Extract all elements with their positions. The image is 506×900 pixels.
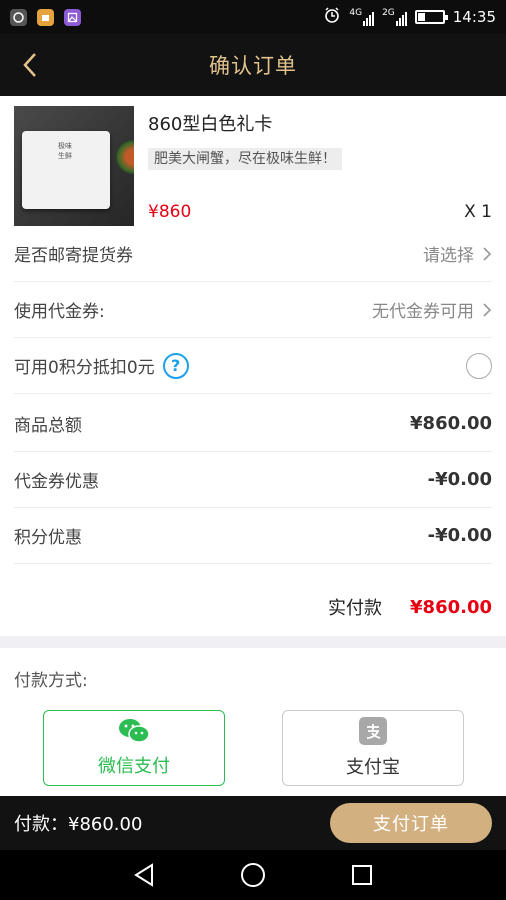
mail-voucher-label: 是否邮寄提货券	[14, 246, 133, 266]
coupon-value: 无代金券可用	[372, 302, 474, 322]
points-discount-value: -¥0.00	[427, 525, 492, 546]
product-price: ¥860	[148, 202, 192, 222]
coupon-discount-row: 代金券优惠 -¥0.00	[14, 452, 492, 508]
product-image: 极味生鲜	[14, 106, 134, 226]
chat-app-icon	[10, 8, 27, 26]
goods-total-label: 商品总额	[14, 416, 82, 436]
section-divider	[0, 636, 506, 648]
card-logo-text: 极味生鲜	[58, 142, 72, 160]
network-2g-label: 2G	[382, 8, 395, 18]
goods-total-value: ¥860.00	[410, 413, 492, 434]
points-radio[interactable]	[466, 352, 492, 379]
signal-2g-icon: 2G	[382, 8, 407, 26]
chevron-left-icon	[23, 53, 36, 77]
wechat-icon	[119, 719, 150, 743]
amount-due-label: 实付款	[328, 598, 383, 619]
points-label: 可用0积分抵扣0元	[14, 358, 155, 378]
alipay-label: 支付宝	[346, 757, 400, 778]
coupon-row[interactable]: 使用代金券: 无代金券可用	[14, 282, 492, 338]
alipay-option[interactable]: 支付宝	[282, 710, 464, 786]
amount-due-row: 实付款 ¥860.00	[14, 578, 492, 636]
product-quantity: X 1	[464, 202, 492, 222]
alipay-icon	[359, 717, 387, 745]
gallery-app-icon	[64, 8, 81, 26]
amount-due-value: ¥860.00	[410, 596, 492, 618]
wechat-pay-label: 微信支付	[98, 756, 170, 777]
chevron-right-icon	[483, 302, 492, 317]
nav-home-button[interactable]	[236, 858, 270, 892]
signal-4g-icon: 4G	[349, 8, 375, 26]
food-dish-image	[116, 140, 134, 174]
chevron-right-icon	[483, 246, 492, 261]
help-icon[interactable]: ?	[162, 352, 189, 379]
page-title: 确认订单	[209, 54, 297, 78]
coupon-discount-value: -¥0.00	[427, 469, 492, 490]
wechat-pay-option[interactable]: 微信支付	[43, 710, 225, 786]
points-discount-row: 积分优惠 -¥0.00	[14, 508, 492, 564]
payment-method-title: 付款方式:	[14, 671, 88, 691]
back-button[interactable]	[12, 47, 48, 83]
gift-card-image: 极味生鲜	[22, 131, 110, 209]
nav-back-button[interactable]	[127, 858, 161, 892]
battery-icon	[414, 10, 448, 24]
product-name: 860型白色礼卡	[148, 114, 273, 135]
bottom-total: 付款：¥860.00	[14, 814, 143, 835]
network-4g-label: 4G	[349, 8, 363, 18]
product-item[interactable]: 极味生鲜 860型白色礼卡 肥美大闸蟹，尽在极味生鲜！ ¥860 X 1	[14, 106, 492, 226]
system-nav-bar	[0, 850, 506, 900]
product-slogan: 肥美大闸蟹，尽在极味生鲜！	[148, 148, 342, 170]
pay-order-button[interactable]: 支付订单	[330, 803, 492, 843]
goods-total-row: 商品总额 ¥860.00	[14, 396, 492, 452]
triangle-back-icon	[134, 863, 154, 887]
status-bar: 4G 2G 14:35	[0, 0, 506, 34]
coupon-label: 使用代金券:	[14, 302, 105, 322]
mail-voucher-row[interactable]: 是否邮寄提货券 请选择	[14, 226, 492, 282]
coupon-discount-label: 代金券优惠	[14, 472, 99, 492]
status-time: 14:35	[452, 8, 496, 26]
mail-voucher-value: 请选择	[423, 246, 474, 266]
bottom-bar: 付款：¥860.00 支付订单	[0, 796, 506, 850]
header: 确认订单	[0, 34, 506, 96]
circle-home-icon	[240, 863, 265, 887]
shop-app-icon	[37, 8, 54, 26]
points-row: 可用0积分抵扣0元 ?	[14, 338, 492, 394]
points-discount-label: 积分优惠	[14, 528, 82, 548]
nav-recents-button[interactable]	[345, 858, 379, 892]
square-recents-icon	[351, 865, 372, 885]
alarm-icon	[323, 6, 341, 28]
